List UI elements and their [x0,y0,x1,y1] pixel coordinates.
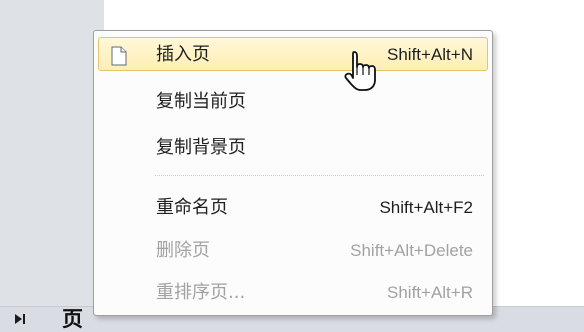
page-icon [111,46,127,66]
page-context-menu: 插入页 Shift+Alt+N 复制当前页 复制背景页 重命名页 Shift+A… [93,30,493,316]
menu-item-label: 重命名页 [156,197,228,218]
menu-item-duplicate-background-page[interactable]: 复制背景页 [98,131,488,165]
menu-item-duplicate-current-page[interactable]: 复制当前页 [98,85,488,119]
next-page-arrow-icon[interactable] [11,311,27,327]
menu-item-label: 插入页 [156,44,210,65]
page-tab-label[interactable]: 页 [62,303,83,332]
menu-item-insert-page[interactable]: 插入页 Shift+Alt+N [98,37,488,71]
menu-item-label: 复制背景页 [156,137,246,158]
menu-item-shortcut: Shift+Alt+N [387,45,473,64]
menu-item-label: 复制当前页 [156,91,246,112]
left-gray-panel [0,0,104,332]
menu-separator [155,175,484,176]
menu-item-rename-page[interactable]: 重命名页 Shift+Alt+F2 [98,191,488,225]
menu-item-reorder-pages: 重排序页... Shift+Alt+R [98,276,488,310]
menu-item-delete-page: 删除页 Shift+Alt+Delete [98,234,488,268]
app-window: 页 插入页 Shift+Alt+N 复制当前页 复制背景页 重命名页 Shift… [0,0,584,332]
menu-item-shortcut: Shift+Alt+R [387,283,473,302]
menu-item-label: 删除页 [156,240,210,261]
menu-item-shortcut: Shift+Alt+F2 [379,198,473,217]
menu-item-shortcut: Shift+Alt+Delete [350,241,473,260]
cursor-icon [344,51,376,91]
menu-item-label: 重排序页... [156,282,246,303]
